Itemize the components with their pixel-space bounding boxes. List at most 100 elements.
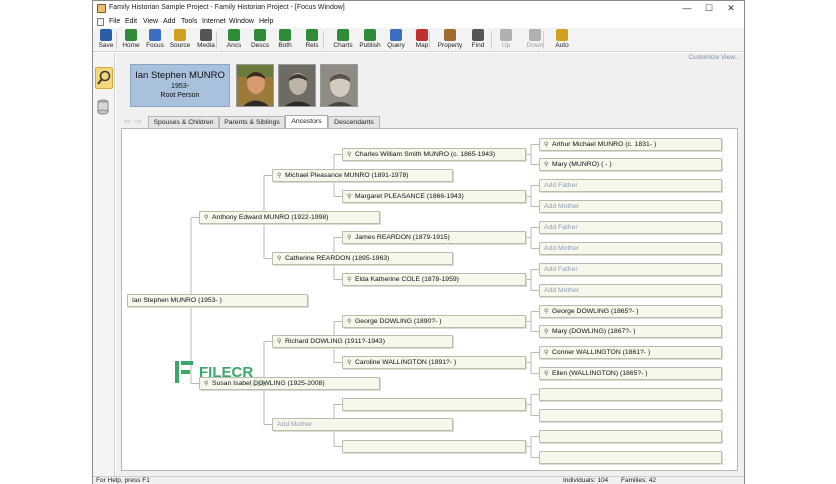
menu-view[interactable]: View (143, 18, 158, 25)
publish-button[interactable]: Publish (357, 28, 383, 52)
close-button[interactable]: ✕ (720, 2, 742, 15)
back-arrow-icon[interactable]: ⇦ (124, 117, 131, 126)
find-button[interactable]: Find (466, 28, 490, 52)
person-name: Richard DOWLING (1911?-1943) (285, 338, 385, 345)
person-box[interactable]: ⚲ Mary (DOWLING) (1867?- ) (539, 325, 722, 338)
search-relative-icon[interactable]: ⚲ (277, 171, 285, 181)
empty-person-box[interactable] (342, 398, 526, 411)
person-box[interactable]: ⚲ Ellen (WALLINGTON) (1865?- ) (539, 367, 722, 380)
rels-button[interactable]: Rels (301, 28, 323, 52)
search-relative-icon[interactable]: ⚲ (347, 317, 355, 327)
descs-button[interactable]: Descs (248, 28, 272, 52)
minimize-button[interactable]: — (676, 2, 698, 15)
search-relative-icon[interactable]: ⚲ (347, 233, 355, 243)
search-relative-icon[interactable]: ⚲ (544, 160, 552, 170)
search-relative-icon[interactable]: ⚲ (544, 348, 552, 358)
up-button[interactable]: Up (496, 28, 516, 52)
both-button[interactable]: Both (274, 28, 296, 52)
person-photo[interactable] (236, 64, 274, 107)
source-button[interactable]: Source (168, 28, 192, 52)
menu-edit[interactable]: Edit (125, 18, 137, 25)
person-box[interactable]: ⚲ George DOWLING (1865?- ) (539, 305, 722, 318)
toolbar: Save Home Focus Source Media Ancs Descs Both Rel… (93, 28, 744, 52)
home-button[interactable]: Home (119, 28, 143, 52)
search-relative-icon[interactable]: ⚲ (347, 150, 355, 160)
add-person-box[interactable]: Add Mother (539, 242, 722, 255)
empty-person-box[interactable] (342, 440, 526, 453)
auto-button[interactable]: Auto (551, 28, 573, 52)
person-box[interactable]: ⚲ Michael Pleasance MUNRO (1891-1978) (272, 169, 453, 182)
add-person-box[interactable]: Add Father (539, 263, 722, 276)
database-icon (97, 99, 109, 115)
root-person-card[interactable]: Ian Stephen MUNRO 1953- Root Person (130, 64, 230, 107)
empty-person-box[interactable] (539, 388, 722, 401)
person-box[interactable]: ⚲ George DOWLING (1890?- ) (342, 315, 526, 328)
add-person-box[interactable]: Add Mother (539, 200, 722, 213)
person-box[interactable]: ⚲ Mary (MUNRO) ( - ) (539, 158, 722, 171)
person-box[interactable]: ⚲ Arthur Michael MUNRO (c. 1831- ) (539, 138, 722, 151)
home-icon (125, 29, 137, 41)
forward-arrow-icon[interactable]: ⇨ (135, 117, 142, 126)
down-button[interactable]: Down (521, 28, 549, 52)
media-button[interactable]: Media (194, 28, 218, 52)
search-relative-icon[interactable]: ⚲ (544, 327, 552, 337)
person-box[interactable]: ⚲ Catherine REARDON (1895-1963) (272, 252, 453, 265)
person-box[interactable]: ⚲ Conner WALLINGTON (1861?- ) (539, 346, 722, 359)
empty-person-box[interactable] (539, 451, 722, 464)
search-relative-icon[interactable]: ⚲ (544, 369, 552, 379)
focus-view-button[interactable] (95, 67, 113, 89)
search-relative-icon[interactable]: ⚲ (544, 307, 552, 317)
person-box[interactable]: ⚲ Margaret PLEASANCE (1866-1943) (342, 190, 526, 203)
person-box[interactable]: ⚲ James REARDON (1879-1915) (342, 231, 526, 244)
toolbar-button-label: Query (387, 42, 405, 49)
maximize-button[interactable]: ☐ (698, 2, 720, 15)
search-relative-icon[interactable]: ⚲ (347, 358, 355, 368)
query-button[interactable]: Query (384, 28, 408, 52)
search-relative-icon[interactable]: ⚲ (204, 213, 212, 223)
person-box[interactable]: ⚲ Richard DOWLING (1911?-1943) (272, 335, 453, 348)
empty-person-box[interactable] (539, 430, 722, 443)
add-person-box[interactable]: Add Father (539, 221, 722, 234)
person-photo[interactable] (320, 64, 358, 107)
tab-ancestors[interactable]: Ancestors (285, 115, 328, 128)
person-box[interactable]: ⚲ Elda Katherine COLE (1878-1959) (342, 273, 526, 286)
add-person-box[interactable]: Add Mother (272, 418, 453, 431)
tab-descendants[interactable]: Descendants (328, 116, 380, 128)
ancs-button[interactable]: Ancs (223, 28, 245, 52)
ancestors-icon (228, 29, 240, 41)
toolbar-separator (216, 31, 217, 49)
search-relative-icon[interactable]: ⚲ (277, 337, 285, 347)
search-relative-icon[interactable]: ⚲ (544, 140, 552, 150)
property-button[interactable]: Property (436, 28, 464, 52)
menu-internet[interactable]: Internet (202, 18, 226, 25)
map-icon (416, 29, 428, 41)
save-button[interactable]: Save (96, 28, 116, 52)
person-box[interactable]: ⚲ Caroline WALLINGTON (1891?- ) (342, 356, 526, 369)
tab-parents-siblings[interactable]: Parents & Siblings (219, 116, 285, 128)
customize-view-link[interactable]: Customize View... (688, 54, 740, 61)
person-box[interactable]: Ian Stephen MUNRO (1953- ) (127, 294, 308, 307)
toolbar-separator (543, 31, 544, 49)
add-person-box[interactable]: Add Mother (539, 284, 722, 297)
tab-spouses-children[interactable]: Spouses & Children (148, 116, 219, 128)
menu-window[interactable]: Window (229, 18, 254, 25)
menu-file[interactable]: File (109, 18, 120, 25)
person-box[interactable]: ⚲ Charles William Smith MUNRO (c. 1865-19… (342, 148, 526, 161)
search-relative-icon[interactable]: ⚲ (347, 275, 355, 285)
menu-help[interactable]: Help (259, 18, 273, 25)
search-relative-icon[interactable]: ⚲ (347, 192, 355, 202)
menu-add[interactable]: Add (163, 18, 175, 25)
search-relative-icon[interactable]: ⚲ (277, 254, 285, 264)
person-photo[interactable] (278, 64, 316, 107)
empty-person-box[interactable] (539, 409, 722, 422)
toolbar-button-label: Publish (359, 42, 381, 49)
person-name: Mary (MUNRO) ( - ) (552, 161, 612, 168)
records-view-button[interactable] (95, 97, 113, 119)
map-button[interactable]: Map (410, 28, 434, 52)
menu-tools[interactable]: Tools (181, 18, 197, 25)
status-help: For Help, press F1 (96, 477, 150, 484)
add-person-box[interactable]: Add Father (539, 179, 722, 192)
focus-button[interactable]: Focus (144, 28, 166, 52)
charts-button[interactable]: Charts (331, 28, 355, 52)
person-box[interactable]: ⚲ Anthony Edward MUNRO (1922-1998) (199, 211, 380, 224)
